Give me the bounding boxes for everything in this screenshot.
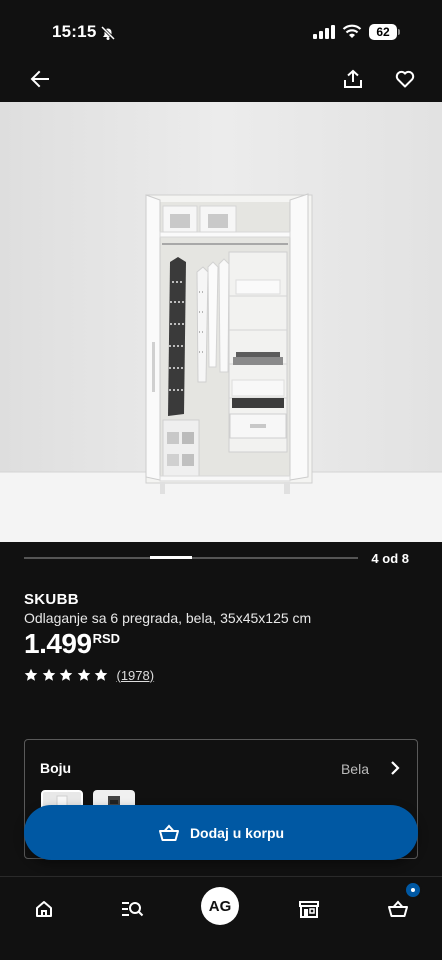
pager-label: 4 od 8 bbox=[371, 551, 409, 566]
star-icon bbox=[77, 668, 90, 681]
search-list-icon bbox=[122, 902, 144, 917]
top-bar bbox=[0, 60, 442, 102]
arrow-left-icon bbox=[30, 70, 49, 88]
basket-icon bbox=[388, 900, 408, 917]
star-icon bbox=[24, 668, 38, 681]
favorite-button[interactable] bbox=[389, 63, 421, 95]
battery-level: 62 bbox=[369, 24, 397, 40]
product-image[interactable] bbox=[0, 102, 442, 542]
nav-profile-avatar[interactable]: AG bbox=[201, 887, 239, 925]
star-icon bbox=[59, 668, 73, 681]
battery-icon: 62 bbox=[369, 24, 401, 40]
star-icon bbox=[94, 668, 108, 681]
status-bar: 15:15 62 bbox=[0, 0, 442, 60]
nav-store[interactable] bbox=[289, 889, 329, 929]
add-to-cart-button[interactable]: Dodaj u korpu bbox=[24, 805, 418, 860]
product-description: Odlaganje sa 6 pregrada, bela, 35x45x125… bbox=[24, 610, 312, 626]
product-name: SKUBB bbox=[24, 591, 79, 608]
product-price: 1.499RSD bbox=[24, 628, 120, 660]
nav-search[interactable] bbox=[112, 889, 152, 929]
chevron-right-icon[interactable] bbox=[385, 758, 405, 778]
cart-badge bbox=[404, 881, 422, 899]
basket-icon bbox=[158, 824, 179, 841]
home-icon bbox=[36, 901, 52, 917]
bell-off-icon bbox=[100, 25, 116, 41]
price-amount: 1.499 bbox=[24, 628, 92, 659]
signal-icon bbox=[313, 25, 335, 39]
heart-icon bbox=[395, 70, 415, 88]
share-button[interactable] bbox=[337, 63, 369, 95]
wifi-icon bbox=[342, 24, 362, 38]
rating[interactable]: (1978) bbox=[24, 666, 154, 684]
nav-home[interactable] bbox=[24, 889, 64, 929]
back-button[interactable] bbox=[24, 63, 56, 95]
store-icon bbox=[299, 901, 319, 918]
star-icon bbox=[42, 668, 55, 681]
image-pager: 4 od 8 bbox=[24, 548, 418, 570]
wardrobe-image bbox=[0, 102, 442, 542]
color-selected-value: Bela bbox=[340, 761, 369, 777]
pager-thumb[interactable] bbox=[150, 556, 192, 559]
price-currency: RSD bbox=[92, 631, 121, 646]
color-label: Boju bbox=[40, 760, 72, 776]
status-time: 15:15 bbox=[52, 22, 97, 41]
share-icon bbox=[344, 69, 362, 88]
bottom-nav: AG bbox=[0, 876, 442, 960]
rating-count[interactable]: (1978) bbox=[117, 668, 155, 683]
add-to-cart-label: Dodaj u korpu bbox=[189, 824, 285, 841]
